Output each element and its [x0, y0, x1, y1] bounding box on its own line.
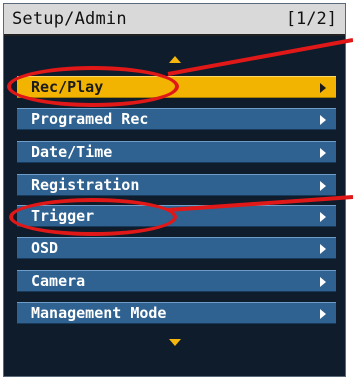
pointer-line-trigger	[167, 195, 353, 212]
annotation-pointer-lines	[167, 38, 353, 212]
pointer-line-rec-play	[167, 38, 353, 76]
